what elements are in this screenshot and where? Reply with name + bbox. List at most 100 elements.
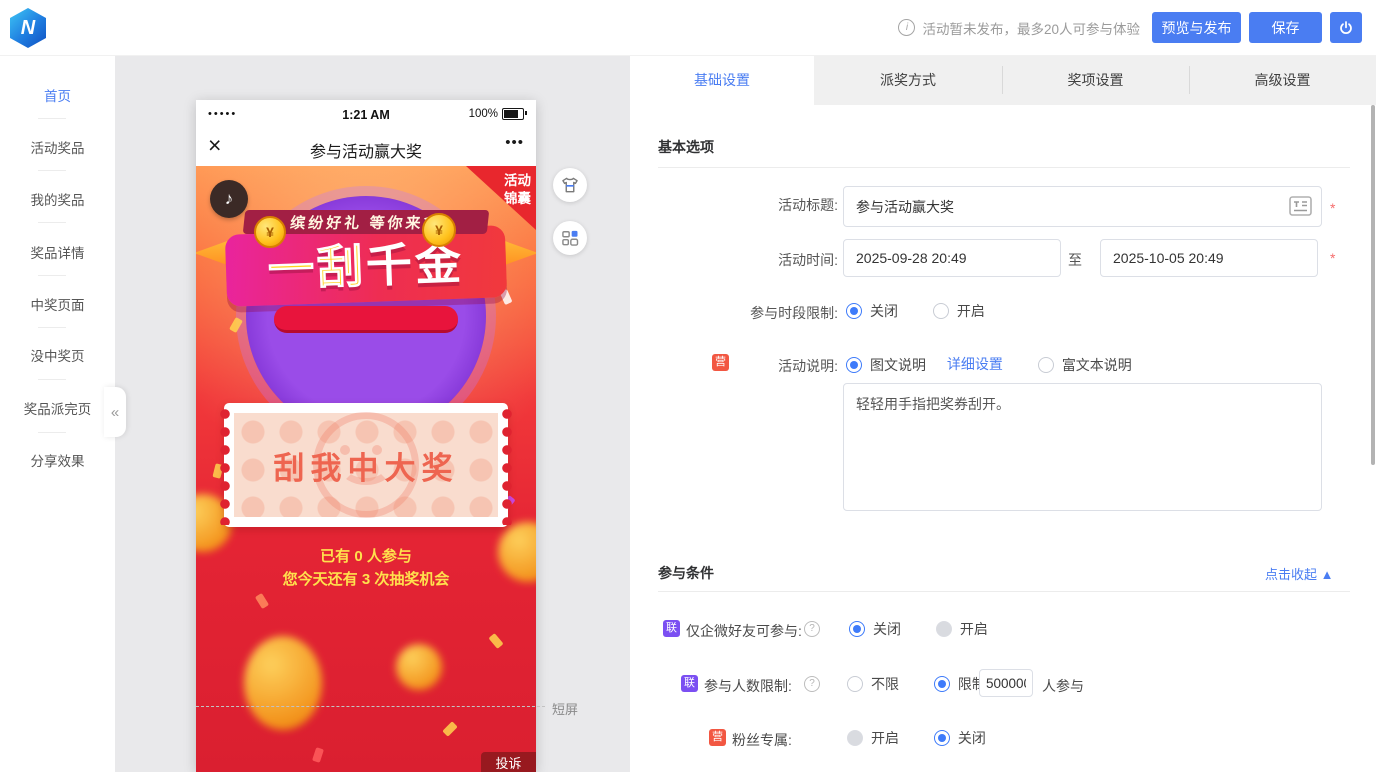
top-header: N i 活动暂未发布，最多20人可参与体验 预览与发布 保存 [0, 0, 1376, 56]
music-toggle-button[interactable]: ♪ [210, 180, 248, 218]
corner-badge-line2: 锦囊 [504, 191, 531, 206]
radio-rich-text-desc[interactable] [1038, 357, 1054, 373]
wecom-only-label: 仅企微好友可参与: [686, 621, 802, 641]
radio-fans-on-label[interactable]: 开启 [871, 730, 899, 746]
sidebar-item-lose-page[interactable]: 没中奖页 [0, 345, 115, 365]
confetti [229, 317, 243, 333]
radio-period-off[interactable] [846, 303, 862, 319]
radio-wecom-off[interactable] [849, 621, 865, 637]
panel-scrollbar[interactable] [1371, 105, 1375, 465]
activity-title-label: 活动标题: [630, 195, 838, 215]
power-button[interactable] [1330, 12, 1362, 43]
radio-image-text-desc[interactable] [846, 357, 862, 373]
confetti [255, 593, 269, 609]
radio-period-on[interactable] [933, 303, 949, 319]
sidebar-item-home[interactable]: 首页 [0, 85, 115, 105]
radio-limited[interactable] [934, 676, 950, 692]
divider [658, 591, 1350, 592]
radio-fans-on[interactable] [847, 730, 863, 746]
coin-decoration [396, 644, 442, 690]
start-time-input[interactable] [843, 239, 1061, 277]
union-badge: 联 [663, 620, 680, 637]
scratch-card[interactable]: 刮我中大奖 [224, 403, 508, 527]
coin-decoration [244, 636, 322, 730]
participant-limit-suffix: 人参与 [1042, 676, 1084, 696]
activity-description-textarea[interactable]: 轻轻用手指把奖券刮开。 [843, 383, 1322, 511]
activity-desc-radios: 图文说明 详细设置 富文本说明 [846, 354, 1132, 375]
coin-icon: ¥ [422, 213, 456, 247]
save-button[interactable]: 保存 [1249, 12, 1322, 43]
brand-logo[interactable]: N [10, 8, 46, 48]
radio-image-text-label[interactable]: 图文说明 [870, 357, 926, 373]
theme-skin-button[interactable] [553, 168, 587, 202]
radio-fans-off-label[interactable]: 关闭 [958, 730, 986, 746]
power-icon [1338, 20, 1354, 36]
tab-basic-settings[interactable]: 基础设置 [630, 55, 814, 105]
radio-wecom-on[interactable] [936, 621, 952, 637]
divider [38, 118, 66, 119]
settings-panel: 基础设置 派奖方式 奖项设置 高级设置 基本选项 活动标题: * 活动时间: 至… [630, 55, 1376, 772]
sidebar-collapse-handle[interactable]: « [104, 387, 126, 437]
divider [38, 170, 66, 171]
radio-unlimited[interactable] [847, 676, 863, 692]
battery-icon [502, 108, 524, 120]
short-screen-label: 短屏 [552, 699, 578, 718]
fans-exclusive-radios: 开启 关闭 [847, 728, 986, 748]
tab-prize-settings[interactable]: 奖项设置 [1002, 55, 1189, 105]
participant-limit-input[interactable] [979, 669, 1033, 697]
sidebar-item-share-effect[interactable]: 分享效果 [0, 450, 115, 470]
more-menu-icon[interactable]: ••• [505, 134, 524, 151]
sidebar-item-prize-detail[interactable]: 奖品详情 [0, 242, 115, 262]
red-banner-pill [274, 306, 458, 333]
publish-status-text: 活动暂未发布，最多20人可参与体验 [922, 18, 1140, 38]
time-to-text: 至 [1068, 250, 1082, 270]
brand-letter: N [21, 17, 35, 40]
detail-settings-link[interactable]: 详细设置 [947, 356, 1003, 372]
headline-part2: 千金 [365, 237, 465, 292]
radio-fans-off[interactable] [934, 730, 950, 746]
required-mark: * [1330, 200, 1335, 216]
union-badge: 联 [681, 675, 698, 692]
confetti [312, 747, 324, 763]
participant-limit-label: 参与人数限制: [704, 676, 792, 696]
short-screen-guide-line [196, 706, 545, 707]
tab-advanced-settings[interactable]: 高级设置 [1189, 55, 1376, 105]
collapse-icon: « [111, 404, 119, 421]
radio-period-off-label[interactable]: 关闭 [870, 303, 898, 319]
insert-template-icon[interactable] [1289, 196, 1312, 216]
radio-rich-text-label[interactable]: 富文本说明 [1062, 357, 1132, 373]
radio-period-on-label[interactable]: 开启 [957, 303, 985, 319]
sidebar-item-activity-prizes[interactable]: 活动奖品 [0, 137, 115, 157]
settings-tabbar: 基础设置 派奖方式 奖项设置 高级设置 [630, 55, 1376, 105]
activity-title-input[interactable] [843, 186, 1322, 227]
tab-prize-delivery[interactable]: 派奖方式 [814, 55, 1002, 105]
section-basic-options: 基本选项 [658, 137, 714, 157]
participants-count-text: 已有 0 人参与 [196, 545, 536, 566]
confetti [488, 633, 503, 649]
divider [38, 327, 66, 328]
complaint-button[interactable]: 投诉 [481, 752, 536, 772]
app: N i 活动暂未发布，最多20人可参与体验 预览与发布 保存 首页 活动奖品 我… [0, 0, 1376, 772]
ticket-perforation-right [501, 405, 513, 525]
end-time-input[interactable] [1100, 239, 1318, 277]
participant-limit-radios: 不限 限制 [847, 674, 986, 694]
scratch-area[interactable]: 刮我中大奖 [234, 413, 498, 517]
help-icon[interactable]: ? [804, 621, 820, 637]
components-button[interactable] [553, 221, 587, 255]
radio-wecom-off-label[interactable]: 关闭 [873, 621, 901, 637]
marketing-badge: 营 [709, 729, 726, 746]
left-sidebar: 首页 活动奖品 我的奖品 奖品详情 中奖页面 没中奖页 奖品派完页 分享效果 [0, 55, 115, 772]
help-icon[interactable]: ? [804, 676, 820, 692]
scratch-call-to-action: 刮我中大奖 [274, 443, 459, 488]
preview-publish-button[interactable]: 预览与发布 [1152, 12, 1241, 43]
coin-icon: ¥ [254, 216, 286, 248]
collapse-section-link[interactable]: 点击收起 ▲ [1265, 564, 1333, 583]
sidebar-item-win-page[interactable]: 中奖页面 [0, 294, 115, 314]
sidebar-item-prizes-gone-page[interactable]: 奖品派完页 [0, 398, 115, 418]
sidebar-item-my-prizes[interactable]: 我的奖品 [0, 189, 115, 209]
battery-percent: 100% [469, 108, 498, 120]
radio-wecom-on-label[interactable]: 开启 [960, 621, 988, 637]
radio-unlimited-label[interactable]: 不限 [871, 676, 899, 692]
divider [38, 379, 66, 380]
activity-title-field-wrap [843, 186, 1322, 227]
